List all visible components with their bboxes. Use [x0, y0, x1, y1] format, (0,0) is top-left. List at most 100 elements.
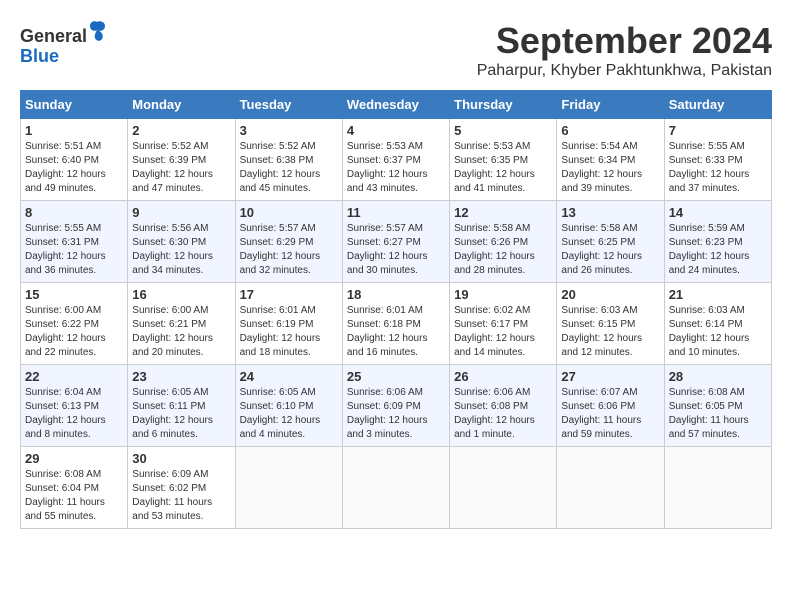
calendar-day-cell: 24Sunrise: 6:05 AMSunset: 6:10 PMDayligh…: [235, 365, 342, 447]
day-number: 18: [347, 287, 445, 302]
logo-bird-icon: [88, 20, 106, 42]
day-info: Sunrise: 5:55 AMSunset: 6:33 PMDaylight:…: [669, 140, 767, 196]
day-info: Sunrise: 6:01 AMSunset: 6:19 PMDaylight:…: [240, 304, 338, 360]
calendar-week-row: 8 Sunrise: 5:55 AMSunset: 6:31 PMDaylight…: [21, 201, 772, 283]
day-info: Sunrise: 6:03 AMSunset: 6:15 PMDaylight:…: [561, 304, 659, 360]
calendar-day-cell: 2 Sunrise: 5:52 AMSunset: 6:39 PMDaylight…: [128, 119, 235, 201]
day-info: Sunrise: 6:01 AMSunset: 6:18 PMDaylight:…: [347, 304, 445, 360]
logo-general: General: [20, 26, 87, 46]
calendar-day-cell: 28 Sunrise: 6:08 AMSunset: 6:05 PMDayligh…: [664, 365, 771, 447]
calendar-day-cell: 13Sunrise: 5:58 AMSunset: 6:25 PMDayligh…: [557, 201, 664, 283]
day-number: 22: [25, 369, 123, 384]
header-monday: Monday: [128, 91, 235, 119]
calendar-day-cell: 27 Sunrise: 6:07 AMSunset: 6:06 PMDayligh…: [557, 365, 664, 447]
day-info: Sunrise: 6:05 AMSunset: 6:10 PMDaylight:…: [240, 386, 338, 442]
calendar-day-cell: 16Sunrise: 6:00 AMSunset: 6:21 PMDayligh…: [128, 283, 235, 365]
calendar-day-cell: 9 Sunrise: 5:56 AMSunset: 6:30 PMDaylight…: [128, 201, 235, 283]
day-info: Sunrise: 5:52 AMSunset: 6:38 PMDaylight:…: [240, 140, 338, 196]
calendar-day-cell: 10Sunrise: 5:57 AMSunset: 6:29 PMDayligh…: [235, 201, 342, 283]
day-info: Sunrise: 5:53 AMSunset: 6:35 PMDaylight:…: [454, 140, 552, 196]
day-number: 27: [561, 369, 659, 384]
day-number: 17: [240, 287, 338, 302]
day-info: Sunrise: 5:54 AMSunset: 6:34 PMDaylight:…: [561, 140, 659, 196]
calendar-table: Sunday Monday Tuesday Wednesday Thursday…: [20, 90, 772, 529]
day-info: Sunrise: 5:57 AMSunset: 6:29 PMDaylight:…: [240, 222, 338, 278]
day-info: Sunrise: 6:03 AMSunset: 6:14 PMDaylight:…: [669, 304, 767, 360]
calendar-day-cell: 18 Sunrise: 6:01 AMSunset: 6:18 PMDayligh…: [342, 283, 449, 365]
calendar-day-cell: 5 Sunrise: 5:53 AMSunset: 6:35 PMDaylight…: [450, 119, 557, 201]
day-info: Sunrise: 6:08 AMSunset: 6:05 PMDaylight:…: [669, 386, 767, 442]
logo: General Blue: [20, 20, 106, 67]
day-number: 15: [25, 287, 123, 302]
day-number: 13: [561, 205, 659, 220]
header-sunday: Sunday: [21, 91, 128, 119]
day-number: 23: [132, 369, 230, 384]
day-info: Sunrise: 6:05 AMSunset: 6:11 PMDaylight:…: [132, 386, 230, 442]
calendar-day-cell: [342, 447, 449, 529]
calendar-week-row: 29 Sunrise: 6:08 AMSunset: 6:04 PMDayligh…: [21, 447, 772, 529]
day-number: 21: [669, 287, 767, 302]
month-title: September 2024: [477, 20, 772, 62]
day-number: 29: [25, 451, 123, 466]
day-number: 9: [132, 205, 230, 220]
day-info: Sunrise: 5:59 AMSunset: 6:23 PMDaylight:…: [669, 222, 767, 278]
day-number: 20: [561, 287, 659, 302]
calendar-week-row: 15 Sunrise: 6:00 AMSunset: 6:22 PMDayligh…: [21, 283, 772, 365]
day-info: Sunrise: 5:52 AMSunset: 6:39 PMDaylight:…: [132, 140, 230, 196]
calendar-day-cell: 1 Sunrise: 5:51 AMSunset: 6:40 PMDaylight…: [21, 119, 128, 201]
calendar-day-cell: 29 Sunrise: 6:08 AMSunset: 6:04 PMDayligh…: [21, 447, 128, 529]
calendar-day-cell: 17 Sunrise: 6:01 AMSunset: 6:19 PMDayligh…: [235, 283, 342, 365]
day-number: 16: [132, 287, 230, 302]
calendar-day-cell: 20 Sunrise: 6:03 AMSunset: 6:15 PMDayligh…: [557, 283, 664, 365]
calendar-week-row: 1 Sunrise: 5:51 AMSunset: 6:40 PMDaylight…: [21, 119, 772, 201]
day-number: 11: [347, 205, 445, 220]
calendar-day-cell: 15 Sunrise: 6:00 AMSunset: 6:22 PMDayligh…: [21, 283, 128, 365]
day-number: 12: [454, 205, 552, 220]
day-number: 25: [347, 369, 445, 384]
day-info: Sunrise: 6:06 AMSunset: 6:09 PMDaylight:…: [347, 386, 445, 442]
day-number: 3: [240, 123, 338, 138]
day-info: Sunrise: 5:51 AMSunset: 6:40 PMDaylight:…: [25, 140, 123, 196]
calendar-day-cell: [235, 447, 342, 529]
day-number: 14: [669, 205, 767, 220]
day-number: 2: [132, 123, 230, 138]
day-info: Sunrise: 5:57 AMSunset: 6:27 PMDaylight:…: [347, 222, 445, 278]
day-number: 7: [669, 123, 767, 138]
calendar-day-cell: 21 Sunrise: 6:03 AMSunset: 6:14 PMDayligh…: [664, 283, 771, 365]
calendar-day-cell: 14 Sunrise: 5:59 AMSunset: 6:23 PMDayligh…: [664, 201, 771, 283]
day-number: 5: [454, 123, 552, 138]
page-header: General Blue September 2024 Paharpur, Kh…: [20, 20, 772, 80]
day-info: Sunrise: 6:06 AMSunset: 6:08 PMDaylight:…: [454, 386, 552, 442]
calendar-day-cell: [450, 447, 557, 529]
calendar-day-cell: 8 Sunrise: 5:55 AMSunset: 6:31 PMDaylight…: [21, 201, 128, 283]
calendar-day-cell: 3 Sunrise: 5:52 AMSunset: 6:38 PMDaylight…: [235, 119, 342, 201]
header-wednesday: Wednesday: [342, 91, 449, 119]
calendar-day-cell: 25 Sunrise: 6:06 AMSunset: 6:09 PMDayligh…: [342, 365, 449, 447]
day-number: 19: [454, 287, 552, 302]
calendar-day-cell: 26Sunrise: 6:06 AMSunset: 6:08 PMDayligh…: [450, 365, 557, 447]
calendar-day-cell: 7 Sunrise: 5:55 AMSunset: 6:33 PMDaylight…: [664, 119, 771, 201]
calendar-day-cell: [664, 447, 771, 529]
logo-blue: Blue: [20, 46, 59, 66]
day-info: Sunrise: 6:07 AMSunset: 6:06 PMDaylight:…: [561, 386, 659, 442]
day-number: 8: [25, 205, 123, 220]
day-info: Sunrise: 6:09 AMSunset: 6:02 PMDaylight:…: [132, 468, 230, 524]
day-number: 1: [25, 123, 123, 138]
calendar-day-cell: 12 Sunrise: 5:58 AMSunset: 6:26 PMDayligh…: [450, 201, 557, 283]
day-info: Sunrise: 6:08 AMSunset: 6:04 PMDaylight:…: [25, 468, 123, 524]
day-info: Sunrise: 5:56 AMSunset: 6:30 PMDaylight:…: [132, 222, 230, 278]
calendar-day-cell: 11 Sunrise: 5:57 AMSunset: 6:27 PMDayligh…: [342, 201, 449, 283]
calendar-day-cell: 22Sunrise: 6:04 AMSunset: 6:13 PMDayligh…: [21, 365, 128, 447]
day-info: Sunrise: 5:55 AMSunset: 6:31 PMDaylight:…: [25, 222, 123, 278]
header-saturday: Saturday: [664, 91, 771, 119]
day-number: 28: [669, 369, 767, 384]
day-info: Sunrise: 6:00 AMSunset: 6:22 PMDaylight:…: [25, 304, 123, 360]
header-friday: Friday: [557, 91, 664, 119]
day-number: 4: [347, 123, 445, 138]
day-info: Sunrise: 5:53 AMSunset: 6:37 PMDaylight:…: [347, 140, 445, 196]
day-info: Sunrise: 5:58 AMSunset: 6:26 PMDaylight:…: [454, 222, 552, 278]
location-title: Paharpur, Khyber Pakhtunkhwa, Pakistan: [477, 62, 772, 80]
calendar-day-cell: 6Sunrise: 5:54 AMSunset: 6:34 PMDaylight…: [557, 119, 664, 201]
day-number: 30: [132, 451, 230, 466]
header-thursday: Thursday: [450, 91, 557, 119]
